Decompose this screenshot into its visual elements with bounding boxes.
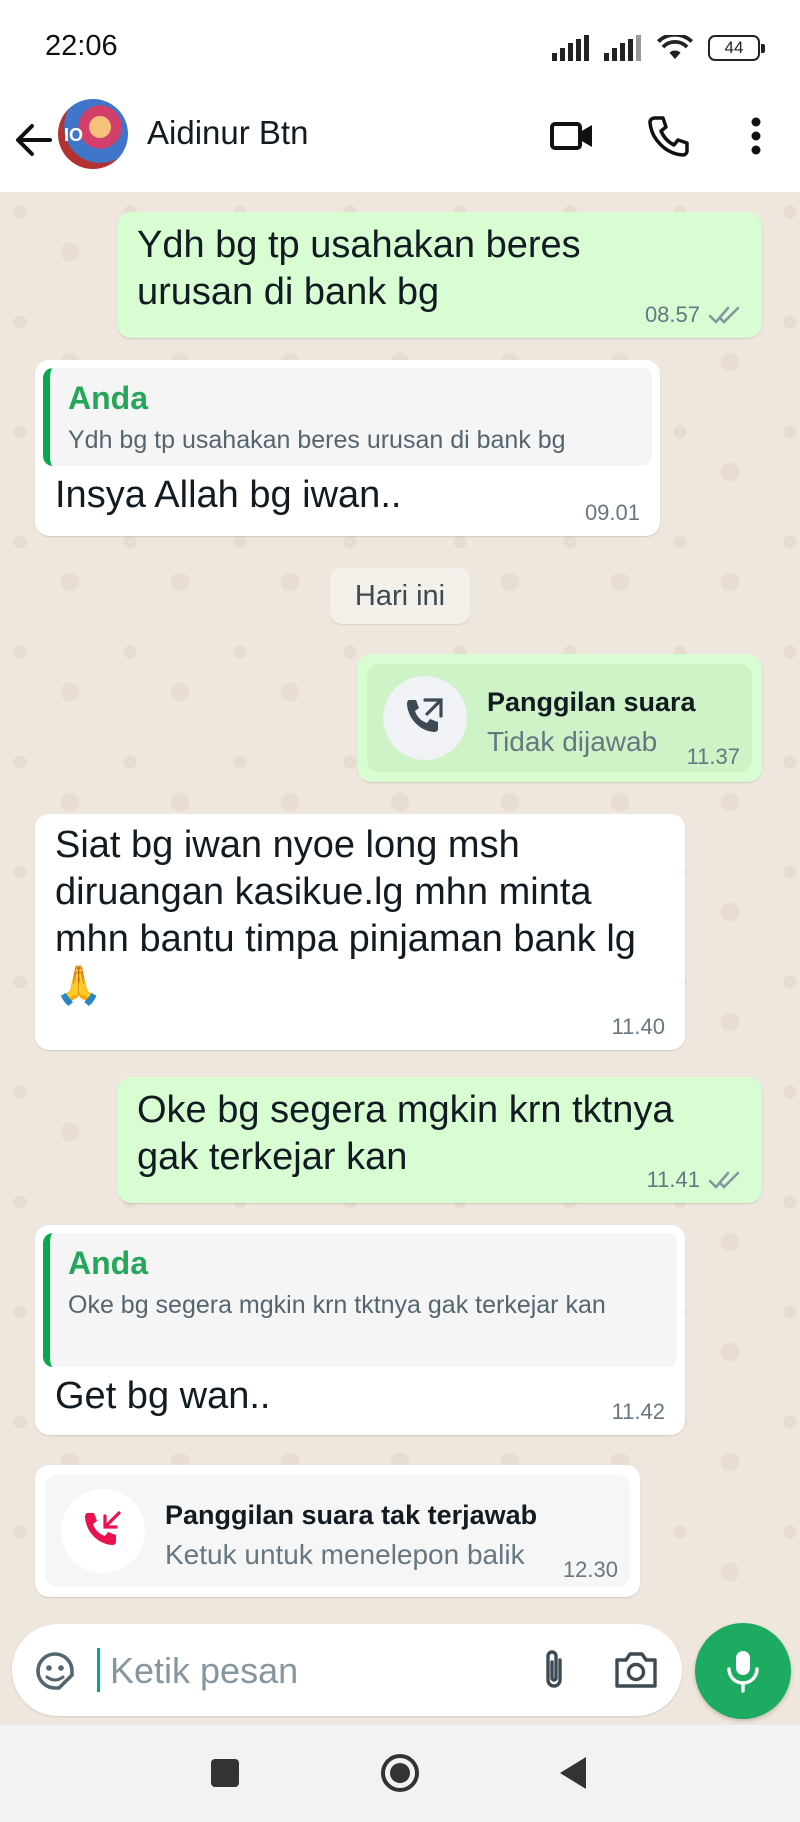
message-bubble-outgoing[interactable]: Oke bg segera mgkin krn tktnya gak terke… (117, 1077, 762, 1203)
call-title: Panggilan suara (487, 687, 696, 717)
microphone-button[interactable] (695, 1623, 791, 1719)
signal-icon (604, 35, 641, 61)
message-time: 11.42 (611, 1399, 665, 1424)
recents-square-icon[interactable] (203, 1751, 247, 1795)
message-time: 11.37 (686, 744, 740, 769)
sticker-icon[interactable] (32, 1648, 78, 1694)
message-meta: 09.01 (585, 500, 640, 526)
message-bubble-incoming[interactable]: Anda Ydh bg tp usahakan beres urusan di … (35, 360, 660, 536)
message-meta: 12.30 (563, 1557, 618, 1583)
message-text: Get bg wan.. (55, 1375, 271, 1417)
status-time: 22:06 (45, 30, 118, 62)
home-circle-icon[interactable] (378, 1751, 422, 1795)
camera-icon[interactable] (612, 1648, 660, 1692)
avatar-label: IO (64, 125, 84, 145)
avatar[interactable]: IO (58, 99, 128, 169)
message-meta: 08.57 (645, 302, 742, 328)
quote-author: Anda (68, 1245, 148, 1281)
battery-icon: 44 (708, 35, 765, 61)
message-bubble-outgoing[interactable]: Ydh bg tp usahakan beres urusan di bank … (117, 212, 762, 338)
text-caret (97, 1648, 100, 1692)
message-meta: 11.42 (612, 1399, 665, 1425)
message-input[interactable]: Ketik pesan (110, 1650, 298, 1692)
microphone-icon (727, 1651, 759, 1693)
message-text: Insya Allah bg iwan.. (55, 474, 402, 516)
message-text: Ydh bg tp usahakan beres urusan di bank … (137, 224, 581, 313)
video-camera-icon[interactable] (548, 112, 596, 160)
status-bar: 22:06 44 (0, 0, 800, 92)
system-navigation-bar (0, 1725, 800, 1822)
call-card[interactable]: Panggilan suara tak terjawab Ketuk untuk… (45, 1475, 630, 1587)
call-status: Ketuk untuk menelepon balik (165, 1539, 525, 1570)
message-input-bar[interactable]: Ketik pesan (12, 1624, 682, 1716)
quoted-message[interactable]: Anda Ydh bg tp usahakan beres urusan di … (43, 368, 652, 466)
message-meta: 11.37 (687, 744, 740, 770)
more-vertical-icon[interactable] (732, 112, 780, 160)
signal-icon (552, 35, 589, 61)
message-text: Siat bg iwan nyoe long msh diruangan kas… (55, 824, 636, 1007)
message-time: 11.41 (646, 1167, 700, 1192)
quote-text: Ydh bg tp usahakan beres urusan di bank … (68, 426, 566, 454)
phone-icon[interactable] (645, 112, 693, 160)
message-bubble-incoming[interactable]: Anda Oke bg segera mgkin krn tktnya gak … (35, 1225, 685, 1435)
message-meta: 11.41 (647, 1167, 742, 1193)
status-icons: 44 (552, 30, 765, 66)
outgoing-call-icon (407, 698, 443, 732)
message-time: 12.30 (562, 1557, 618, 1582)
arrow-left-icon[interactable] (14, 112, 54, 168)
call-title: Panggilan suara tak terjawab (165, 1500, 538, 1530)
chat-header: IO Aidinur Btn (0, 92, 800, 192)
call-icon-circle (61, 1489, 145, 1573)
message-bubble-incoming[interactable]: Siat bg iwan nyoe long msh diruangan kas… (35, 814, 685, 1050)
double-check-icon (708, 306, 740, 324)
message-time: 11.40 (611, 1014, 665, 1039)
message-time: 09.01 (584, 500, 640, 525)
missed-call-icon (85, 1511, 121, 1545)
paperclip-icon[interactable] (530, 1646, 578, 1694)
date-chip: Hari ini (330, 568, 470, 624)
quote-author: Anda (68, 380, 148, 416)
message-text: Oke bg segera mgkin krn tktnya gak terke… (137, 1089, 674, 1178)
call-bubble-incoming[interactable]: Panggilan suara tak terjawab Ketuk untuk… (35, 1465, 640, 1597)
call-status: Tidak dijawab (487, 726, 658, 757)
quoted-message[interactable]: Anda Oke bg segera mgkin krn tktnya gak … (43, 1233, 677, 1367)
double-check-icon (708, 1171, 740, 1189)
wifi-icon (657, 35, 693, 60)
call-icon-circle (383, 676, 467, 760)
message-meta: 11.40 (612, 1014, 665, 1040)
chat-area[interactable]: Ydh bg tp usahakan beres urusan di bank … (0, 192, 800, 1625)
call-bubble-outgoing[interactable]: Panggilan suara Tidak dijawab 11.37 (357, 654, 762, 782)
contact-name[interactable]: Aidinur Btn (147, 114, 308, 152)
message-time: 08.57 (644, 302, 700, 327)
back-triangle-icon[interactable] (552, 1751, 596, 1795)
quote-text: Oke bg segera mgkin krn tktnya gak terke… (68, 1291, 606, 1319)
